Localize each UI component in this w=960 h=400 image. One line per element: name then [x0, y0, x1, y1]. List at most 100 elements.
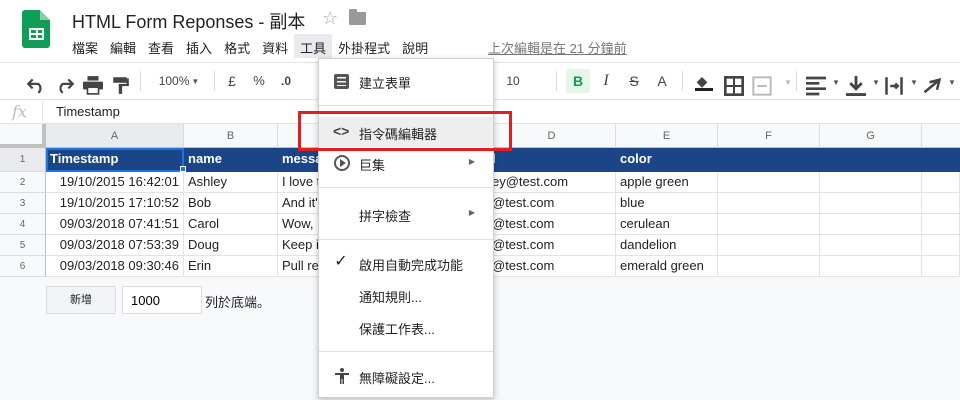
- cell-d2[interactable]: ey@test.com: [488, 172, 616, 193]
- row-header-6[interactable]: 6: [0, 256, 46, 277]
- merge-cells-icon[interactable]: [752, 74, 772, 98]
- cell-f4[interactable]: [718, 214, 820, 235]
- cell-f6[interactable]: [718, 256, 820, 277]
- cell-b2[interactable]: Ashley: [184, 172, 278, 193]
- cell-a3[interactable]: 19/10/2015 17:10:52: [46, 193, 184, 214]
- column-header-f[interactable]: F: [718, 124, 820, 148]
- star-outline-icon[interactable]: ☆: [322, 8, 338, 29]
- column-header-h[interactable]: [922, 124, 960, 148]
- menu-insert[interactable]: 插入: [180, 34, 218, 58]
- fill-color-button[interactable]: ◆: [692, 69, 713, 93]
- menu-item-protect-sheet[interactable]: 保護工作表...: [319, 312, 493, 342]
- sheets-logo[interactable]: [22, 10, 50, 48]
- cell-a5[interactable]: 09/03/2018 07:53:39: [46, 235, 184, 256]
- cell-b1[interactable]: name: [184, 148, 278, 172]
- cell-g2[interactable]: [820, 172, 922, 193]
- cell-h6[interactable]: [922, 256, 960, 277]
- cell-h3[interactable]: [922, 193, 960, 214]
- cell-b5[interactable]: Doug: [184, 235, 278, 256]
- row-header-3[interactable]: 3: [0, 193, 46, 214]
- submenu-arrow-icon: ▶: [468, 157, 475, 166]
- undo-icon[interactable]: [26, 73, 46, 97]
- menu-item-accessibility[interactable]: 無障礙設定...: [319, 361, 493, 391]
- menu-edit[interactable]: 編輯: [104, 34, 142, 58]
- cell-f3[interactable]: [718, 193, 820, 214]
- zoom-select[interactable]: 100% ▼: [152, 69, 206, 93]
- paint-format-icon[interactable]: [111, 73, 131, 97]
- menu-item-label: 建立表單: [359, 76, 412, 91]
- menu-item-notification-rules[interactable]: 通知規則...: [319, 280, 493, 310]
- folder-icon[interactable]: [349, 9, 366, 25]
- redo-icon[interactable]: [55, 73, 75, 97]
- menu-item-autocomplete[interactable]: ✓ 啟用自動完成功能: [319, 248, 493, 278]
- cell-e4[interactable]: cerulean: [616, 214, 718, 235]
- cell-h2[interactable]: [922, 172, 960, 193]
- menu-item-spelling[interactable]: 拼字檢查 ▶: [319, 199, 493, 229]
- cell-g3[interactable]: [820, 193, 922, 214]
- cell-f2[interactable]: [718, 172, 820, 193]
- decrease-decimal-button[interactable]: .0: [276, 69, 296, 93]
- text-wrap-icon[interactable]: [884, 74, 904, 98]
- cell-g4[interactable]: [820, 214, 922, 235]
- last-edit-link[interactable]: 上次編輯是在 21 分鐘前: [488, 38, 627, 57]
- row-header-1[interactable]: 1: [0, 148, 46, 172]
- currency-format-button[interactable]: £: [222, 69, 242, 93]
- cell-h5[interactable]: [922, 235, 960, 256]
- row-header-2[interactable]: 2: [0, 172, 46, 193]
- column-header-a[interactable]: A: [46, 124, 184, 148]
- bold-button[interactable]: B: [566, 69, 590, 93]
- cell-d5[interactable]: @test.com: [488, 235, 616, 256]
- font-size-value[interactable]: 10: [498, 69, 528, 93]
- menu-format[interactable]: 格式: [218, 34, 256, 58]
- tools-menu: 建立表單 <> 指令碼編輯器 巨集 ▶ 拼字檢查 ▶ ✓ 啟用自動完成功能 通知…: [318, 58, 494, 398]
- select-all-corner[interactable]: [0, 124, 46, 148]
- cell-e6[interactable]: emerald green: [616, 256, 718, 277]
- italic-button[interactable]: I: [596, 69, 616, 93]
- cell-h4[interactable]: [922, 214, 960, 235]
- column-header-e[interactable]: E: [616, 124, 718, 148]
- cell-a6[interactable]: 09/03/2018 09:30:46: [46, 256, 184, 277]
- cell-f5[interactable]: [718, 235, 820, 256]
- menu-addons[interactable]: 外掛程式: [332, 34, 396, 58]
- cell-a2[interactable]: 19/10/2015 16:42:01: [46, 172, 184, 193]
- menu-tools[interactable]: 工具: [294, 34, 333, 58]
- row-header-5[interactable]: 5: [0, 235, 46, 256]
- percent-format-button[interactable]: %: [249, 69, 269, 93]
- cell-d6[interactable]: @test.com: [488, 256, 616, 277]
- cell-d3[interactable]: @test.com: [488, 193, 616, 214]
- cell-b4[interactable]: Carol: [184, 214, 278, 235]
- add-rows-count-input[interactable]: [122, 286, 202, 314]
- text-rotation-icon[interactable]: [922, 74, 942, 98]
- doc-title[interactable]: HTML Form Reponses - 副本: [72, 8, 305, 34]
- cell-a1[interactable]: Timestamp: [46, 148, 184, 172]
- column-header-g[interactable]: G: [820, 124, 922, 148]
- text-color-button[interactable]: A: [652, 69, 672, 93]
- column-header-b[interactable]: B: [184, 124, 278, 148]
- borders-icon[interactable]: [724, 74, 744, 98]
- print-icon[interactable]: [83, 73, 103, 97]
- cell-d1[interactable]: l: [488, 148, 616, 172]
- cell-e5[interactable]: dandelion: [616, 235, 718, 256]
- vertical-align-icon[interactable]: [846, 74, 866, 98]
- cell-e3[interactable]: blue: [616, 193, 718, 214]
- strikethrough-button[interactable]: S: [624, 69, 644, 93]
- cell-e1[interactable]: color: [616, 148, 960, 172]
- cell-b6[interactable]: Erin: [184, 256, 278, 277]
- menu-help[interactable]: 說明: [396, 34, 434, 58]
- cell-a4[interactable]: 09/03/2018 07:41:51: [46, 214, 184, 235]
- formula-input[interactable]: Timestamp: [56, 104, 120, 119]
- cell-e2[interactable]: apple green: [616, 172, 718, 193]
- form-icon: [334, 74, 349, 89]
- row-header-4[interactable]: 4: [0, 214, 46, 235]
- menu-item-create-form[interactable]: 建立表單: [319, 66, 493, 96]
- cell-g5[interactable]: [820, 235, 922, 256]
- cell-d4[interactable]: @test.com: [488, 214, 616, 235]
- menu-data[interactable]: 資料: [256, 34, 294, 58]
- cell-b3[interactable]: Bob: [184, 193, 278, 214]
- cell-g6[interactable]: [820, 256, 922, 277]
- menu-file[interactable]: 檔案: [66, 34, 104, 58]
- menu-item-macros[interactable]: 巨集 ▶: [319, 148, 493, 178]
- add-rows-button[interactable]: 新增: [46, 286, 116, 314]
- horizontal-align-icon[interactable]: [806, 74, 826, 98]
- menu-view[interactable]: 查看: [142, 34, 180, 58]
